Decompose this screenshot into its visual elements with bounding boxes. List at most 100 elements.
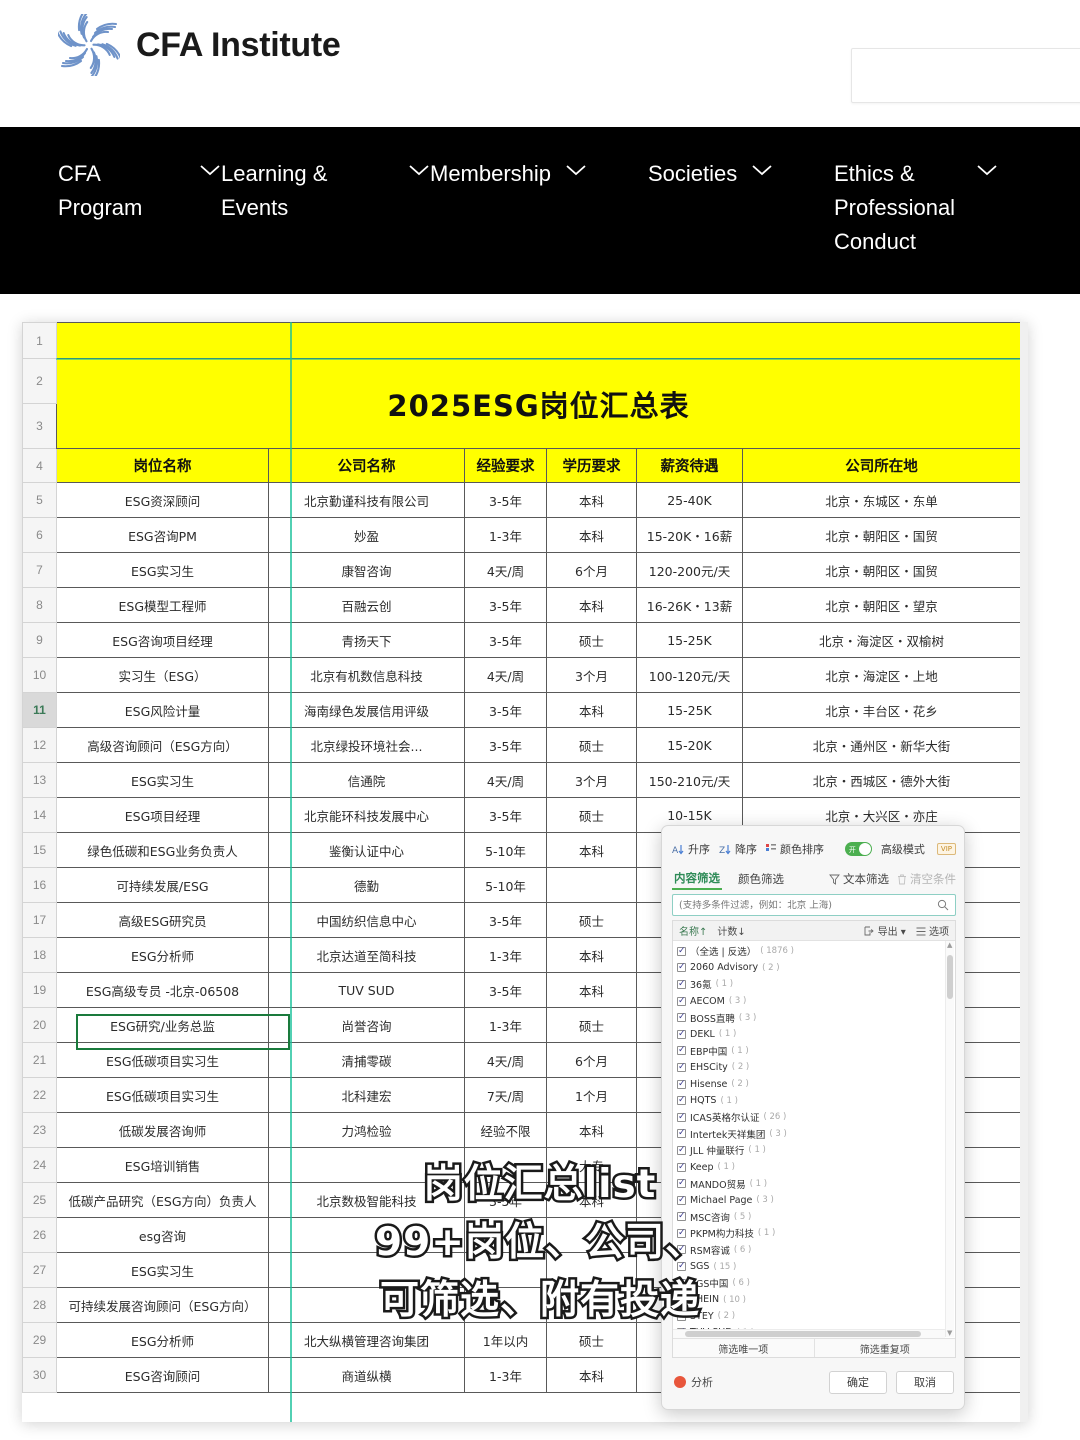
list-item[interactable]: DEKL( 1 )	[677, 1026, 945, 1043]
cell-company[interactable]: 妙盈	[268, 517, 465, 553]
list-item[interactable]: SGS中国( 6 )	[677, 1275, 945, 1292]
item-checkbox[interactable]	[677, 1243, 686, 1255]
cell-company[interactable]: 北京有机数信息科技	[268, 657, 465, 693]
cell-education[interactable]: 本科	[546, 692, 637, 728]
cell-job-title[interactable]: ESG咨询PM	[56, 517, 269, 553]
cell-experience[interactable]: 3-5年	[464, 972, 547, 1008]
cell-education[interactable]: 硕士	[546, 622, 637, 658]
chevron-down-icon[interactable]	[565, 163, 587, 182]
filter-list-vertical-scrollbar[interactable]: ▲ ▼	[945, 941, 954, 1337]
cell-job-title[interactable]: ESG研究/业务总监	[56, 1007, 269, 1043]
row-header[interactable]: 16	[22, 867, 57, 903]
analyze-button[interactable]: 分析	[674, 1374, 713, 1390]
cell-job-title[interactable]: ESG分析师	[56, 1322, 269, 1358]
cell-job-title[interactable]: 高级ESG研究员	[56, 902, 269, 938]
item-checkbox[interactable]	[677, 978, 686, 990]
cell-experience[interactable]: 5-10年	[464, 832, 547, 868]
row-header[interactable]: 26	[22, 1217, 57, 1253]
cell-experience[interactable]: 4天/周	[464, 762, 547, 798]
item-checkbox[interactable]	[677, 961, 686, 973]
cell-experience[interactable]: 3-5年	[464, 902, 547, 938]
sort-ascending-button[interactable]: A 升序	[672, 841, 710, 857]
cell-experience[interactable]: 5-10年	[464, 867, 547, 903]
row-header[interactable]: 24	[22, 1147, 57, 1183]
cell-job-title[interactable]: ESG分析师	[56, 937, 269, 973]
item-checkbox[interactable]	[677, 1277, 686, 1289]
list-item[interactable]: JLL 仲量联行( 1 )	[677, 1142, 945, 1159]
cell-company[interactable]: 青扬天下	[268, 622, 465, 658]
sheet-vertical-scrollbar[interactable]	[1020, 322, 1028, 1422]
row-header[interactable]: 8	[22, 587, 57, 623]
list-item[interactable]: （全选 | 反选） ( 1876 )	[677, 943, 945, 960]
col-header-salary[interactable]: 薪资待遇	[636, 448, 743, 483]
col-header-job-title[interactable]: 岗位名称	[56, 448, 269, 483]
item-checkbox[interactable]	[677, 1310, 686, 1322]
item-checkbox[interactable]	[677, 1177, 686, 1189]
cell-experience[interactable]: 1-3年	[464, 1357, 547, 1393]
cell-company[interactable]	[268, 1287, 465, 1323]
cell-location[interactable]: 北京・朝阳区・国贸	[741, 552, 1022, 588]
cell-education[interactable]	[546, 1252, 637, 1288]
item-checkbox[interactable]	[677, 1094, 686, 1106]
cell-location[interactable]: 北京・海淀区・上地	[741, 657, 1022, 693]
cell-job-title[interactable]: ESG低碳项目实习生	[56, 1042, 269, 1078]
list-item[interactable]: MSC咨询( 5 )	[677, 1209, 945, 1226]
item-checkbox[interactable]	[677, 1210, 686, 1222]
cell-experience[interactable]: 经验不限	[464, 1112, 547, 1148]
cell-job-title[interactable]: ESG实习生	[56, 552, 269, 588]
cell-company[interactable]: 力鸿检验	[268, 1112, 465, 1148]
scroll-down-arrow-icon[interactable]: ▼	[947, 1329, 952, 1337]
row-header[interactable]: 27	[22, 1252, 57, 1288]
options-button[interactable]: 选项	[916, 923, 949, 938]
filter-duplicate-button[interactable]: 筛选重复项	[813, 1339, 955, 1357]
list-item[interactable]: MANDO贸易( 1 )	[677, 1175, 945, 1192]
nav-item-membership[interactable]: Membership	[430, 157, 648, 259]
list-item[interactable]: AECOM( 3 )	[677, 993, 945, 1010]
cell-company[interactable]: 德勤	[268, 867, 465, 903]
row-header[interactable]: 6	[22, 517, 57, 553]
cell-education[interactable]	[546, 1287, 637, 1323]
cell-experience[interactable]: 1-3年	[464, 1007, 547, 1043]
cell-company[interactable]: 中国纺织信息中心	[268, 902, 465, 938]
nav-item-learning-events[interactable]: Learning & Events	[221, 157, 430, 259]
cell-experience[interactable]: 3-5年	[464, 797, 547, 833]
cell-company[interactable]: 北大纵横管理咨询集团	[268, 1322, 465, 1358]
cell-company[interactable]: 北京绿投环境社会...	[268, 727, 465, 763]
select-all-invert-link[interactable]: （全选 | 反选）	[690, 944, 756, 958]
col-header-location[interactable]: 公司所在地	[741, 448, 1022, 483]
cell-experience[interactable]: 1年以内	[464, 1322, 547, 1358]
row-header[interactable]: 4	[22, 448, 57, 483]
cell-education[interactable]: 大专	[546, 1147, 637, 1183]
list-item[interactable]: EHSCity( 2 )	[677, 1059, 945, 1076]
cell-salary[interactable]: 120-200元/天	[636, 552, 743, 588]
tab-color-filter[interactable]: 颜色筛选	[736, 869, 786, 889]
cell-education[interactable]: 1个月	[546, 1077, 637, 1113]
cell-job-title[interactable]: 可持续发展/ESG	[56, 867, 269, 903]
cell-education[interactable]: 3个月	[546, 762, 637, 798]
cell-job-title[interactable]: ESG低碳项目实习生	[56, 1077, 269, 1113]
row-header[interactable]: 29	[22, 1322, 57, 1358]
sort-by-color-button[interactable]: 颜色排序	[766, 841, 824, 857]
cell-company[interactable]: 北京勤谨科技有限公司	[268, 482, 465, 518]
item-checkbox[interactable]	[677, 1078, 686, 1090]
cell-experience[interactable]: 3-5年	[464, 482, 547, 518]
cell-company[interactable]: 北京能环科技发展中心	[268, 797, 465, 833]
cell-company[interactable]: 百融云创	[268, 587, 465, 623]
cell-education[interactable]: 硕士	[546, 902, 637, 938]
cell-location[interactable]: 北京・海淀区・双榆树	[741, 622, 1022, 658]
cell-education[interactable]: 6个月	[546, 1042, 637, 1078]
advanced-mode-toggle[interactable]: 开	[844, 842, 872, 856]
brand-lockup[interactable]: CFA Institute	[56, 10, 341, 80]
col-header-company[interactable]: 公司名称	[268, 448, 465, 483]
cell-location[interactable]: 北京・东城区・东单	[741, 482, 1022, 518]
cell-company[interactable]: 信通院	[268, 762, 465, 798]
list-item[interactable]: STEY( 2 )	[677, 1308, 945, 1325]
cell-location[interactable]: 北京・朝阳区・国贸	[741, 517, 1022, 553]
cell-company[interactable]: 商道纵横	[268, 1357, 465, 1393]
cell-education[interactable]: 3个月	[546, 657, 637, 693]
list-item[interactable]: 2060 Advisory( 2 )	[677, 960, 945, 977]
cell-education[interactable]: 本科	[546, 1112, 637, 1148]
banner-spacer-top[interactable]	[55, 322, 1022, 359]
cell-experience[interactable]: 1-3年	[464, 937, 547, 973]
clear-conditions-button[interactable]: 清空条件	[897, 871, 956, 887]
